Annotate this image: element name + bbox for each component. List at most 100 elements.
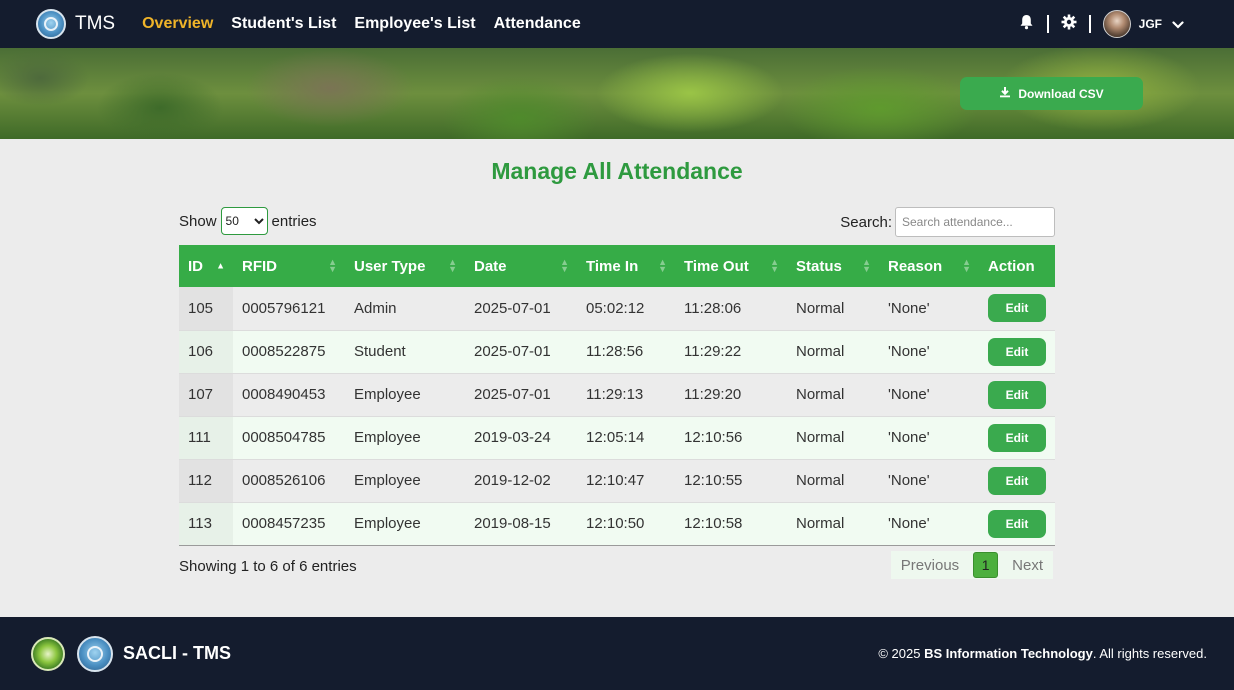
gear-icon[interactable] (1061, 14, 1077, 35)
cell-id: 111 (179, 416, 233, 459)
search-input[interactable] (895, 207, 1055, 237)
column-header-time-out[interactable]: Time Out ▲ ▼ (675, 245, 787, 287)
cell-time-out: 11:29:20 (684, 386, 742, 403)
cell-rfid: 0008457235 (242, 515, 326, 532)
table-header-row: ID ▲ RFID ▲ ▼ User Type ▲ ▼ Date ▲ ▼ Time In ▲ ▼ … (179, 245, 1055, 287)
cell-time-in: 12:10:47 (586, 472, 645, 489)
column-header-status[interactable]: Status ▲ ▼ (787, 245, 879, 287)
cell-status: Normal (796, 429, 845, 446)
tms-logo-icon (36, 9, 66, 39)
sort-asc-icon: ▲ (216, 260, 225, 271)
sort-icon: ▲ ▼ (862, 257, 871, 274)
cell-date: 2019-08-15 (474, 515, 551, 532)
table-row: 106 0008522875 Student 2025-07-01 11:28:… (179, 330, 1055, 373)
cell-reason: 'None' (888, 343, 930, 360)
page-title: Manage All Attendance (491, 158, 743, 184)
search-label: Search: (840, 213, 892, 231)
nav-link-overview[interactable]: Overview (142, 15, 213, 33)
cell-reason: 'None' (888, 299, 930, 317)
table-row: 112 0008526106 Employee 2019-12-02 12:10… (179, 459, 1055, 502)
top-navbar: TMS Overview Student's List Employee's L… (0, 0, 1234, 48)
column-header-label: ID (188, 257, 203, 275)
nav-link-students-list[interactable]: Student's List (231, 15, 336, 33)
column-header-reason[interactable]: Reason ▲ ▼ (879, 245, 979, 287)
previous-page-button[interactable]: Previous (891, 557, 969, 574)
download-csv-button[interactable]: Download CSV (960, 77, 1143, 110)
column-header-user-type[interactable]: User Type ▲ ▼ (345, 245, 465, 287)
nav-separator (1088, 15, 1091, 33)
cell-time-in: 05:02:12 (586, 299, 645, 317)
cell-time-in: 12:05:14 (586, 429, 645, 446)
edit-button[interactable]: Edit (988, 380, 1046, 409)
edit-button[interactable]: Edit (988, 509, 1046, 538)
edit-button[interactable]: Edit (988, 294, 1046, 323)
cell-action: Edit (979, 502, 1055, 545)
show-label: Show (179, 212, 217, 230)
cell-date: 2025-07-01 (474, 299, 551, 317)
nav-link-attendance[interactable]: Attendance (494, 15, 581, 33)
cell-rfid: 0008526106 (242, 472, 326, 489)
edit-button[interactable]: Edit (988, 337, 1046, 366)
user-avatar[interactable] (1102, 10, 1131, 38)
cell-id: 106 (179, 330, 233, 373)
cell-action: Edit (979, 459, 1055, 502)
nav-links: Overview Student's List Employee's List … (142, 15, 599, 33)
cell-status: Normal (796, 515, 845, 532)
copyright-org: BS Information Technology (924, 646, 1093, 661)
column-header-action: Action (979, 245, 1055, 287)
column-header-label: Date (474, 257, 507, 275)
table-row: 105 0005796121 Admin 2025-07-01 05:02:12… (179, 287, 1055, 330)
cell-user-type: Admin (354, 299, 397, 317)
cell-time-out: 12:10:55 (684, 472, 743, 489)
brand[interactable]: TMS (36, 9, 115, 39)
cell-user-type: Employee (354, 386, 421, 403)
tms-logo-icon (77, 635, 113, 672)
edit-button[interactable]: Edit (988, 466, 1046, 495)
search-control: Search: (840, 207, 1055, 237)
table-row: 107 0008490453 Employee 2025-07-01 11:29… (179, 373, 1055, 416)
sort-icon: ▲ ▼ (560, 257, 569, 274)
cell-rfid: 0005796121 (242, 299, 326, 317)
edit-button[interactable]: Edit (988, 423, 1046, 452)
nav-link-employees-list[interactable]: Employee's List (354, 15, 475, 33)
column-header-label: RFID (242, 257, 277, 275)
cell-date: 2025-07-01 (474, 343, 551, 360)
cell-reason: 'None' (888, 472, 930, 489)
column-header-time-in[interactable]: Time In ▲ ▼ (577, 245, 675, 287)
cell-time-in: 11:28:56 (586, 343, 644, 360)
column-header-label: Reason (888, 257, 943, 275)
cell-id: 105 (179, 287, 233, 330)
footer-copyright: © 2025 BS Information Technology. All ri… (878, 646, 1207, 661)
sort-icon: ▲ ▼ (770, 257, 779, 274)
cell-reason: 'None' (888, 386, 930, 403)
cell-action: Edit (979, 373, 1055, 416)
column-header-rfid[interactable]: RFID ▲ ▼ (233, 245, 345, 287)
cell-id: 113 (179, 502, 233, 545)
cell-user-type: Student (354, 343, 406, 360)
page-1-button[interactable]: 1 (973, 552, 999, 578)
bell-icon[interactable] (1019, 14, 1035, 35)
next-page-button[interactable]: Next (1002, 557, 1053, 574)
chevron-down-icon[interactable] (1172, 16, 1184, 32)
entries-select[interactable]: 50 (220, 207, 268, 235)
nav-right: JGF (1019, 0, 1234, 48)
user-name[interactable]: JGF (1139, 17, 1162, 31)
nav-separator (1046, 15, 1049, 33)
column-header-date[interactable]: Date ▲ ▼ (465, 245, 577, 287)
cell-action: Edit (979, 416, 1055, 459)
copyright-year: © 2025 (878, 646, 921, 661)
column-header-id[interactable]: ID ▲ (179, 245, 233, 287)
column-header-label: Action (988, 257, 1035, 275)
cell-date: 2019-12-02 (474, 472, 551, 489)
pagination: Previous 1 Next (890, 551, 1053, 579)
entries-label: entries (271, 212, 317, 230)
sort-icon: ▲ ▼ (448, 257, 457, 274)
cell-reason: 'None' (888, 429, 930, 446)
download-icon (999, 86, 1011, 101)
cell-time-out: 12:10:58 (684, 515, 743, 532)
table-info: Showing 1 to 6 of 6 entries (179, 558, 357, 575)
cell-rfid: 0008522875 (242, 343, 326, 360)
footer: SACLI - TMS © 2025 BS Information Techno… (0, 617, 1234, 690)
cell-user-type: Employee (354, 515, 421, 532)
column-header-label: Time In (586, 257, 639, 275)
